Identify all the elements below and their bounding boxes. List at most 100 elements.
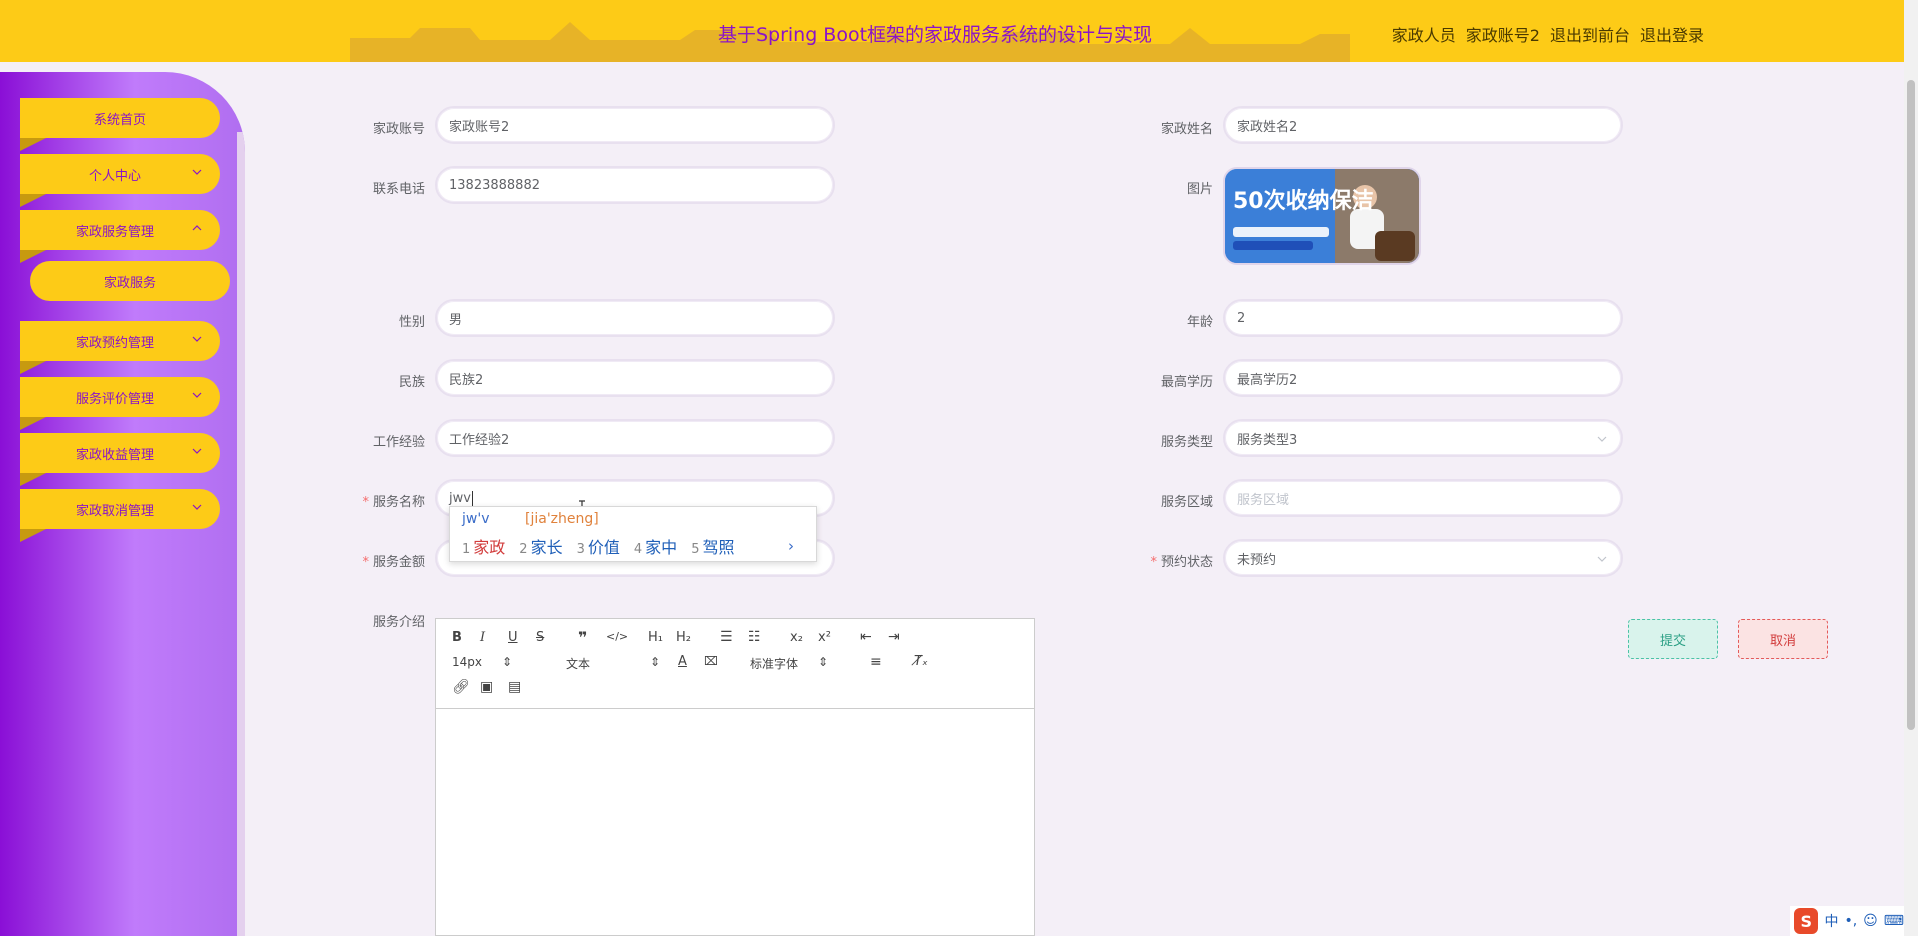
ime-candidate[interactable]: 1 家政: [462, 534, 505, 558]
label-phone: 联系电话: [372, 182, 425, 197]
ribbon-fold: [20, 529, 46, 542]
strikethrough-icon[interactable]: S: [536, 630, 544, 645]
candidate-number: 4: [633, 542, 643, 557]
font-color-icon[interactable]: A: [678, 654, 687, 669]
ordered-list-icon[interactable]: ☰: [720, 629, 733, 645]
link-icon[interactable]: 🔗︎: [452, 679, 470, 695]
updown-arrows-icon: ⇕: [650, 655, 661, 669]
experience-value: 工作经验2: [449, 432, 510, 448]
service-image[interactable]: 50次收纳保洁: [1223, 167, 1421, 265]
sidebar-item-income-management[interactable]: 家政收益管理: [20, 433, 220, 486]
required-mark: *: [1150, 555, 1157, 570]
ime-candidate[interactable]: 4 家中: [634, 534, 677, 558]
background-color-icon[interactable]: ⌧: [704, 654, 718, 668]
ribbon-fold: [20, 138, 46, 151]
label-name: 家政姓名: [1160, 122, 1213, 137]
bullet-list-icon[interactable]: ☷: [748, 629, 761, 645]
text-type-select[interactable]: 文本 ⇕: [566, 655, 660, 672]
ime-candidate[interactable]: 5 驾照: [691, 534, 734, 558]
account-input[interactable]: 家政账号2: [435, 106, 835, 144]
ribbon-fold: [20, 194, 46, 207]
service-area-input[interactable]: 服务区域: [1223, 479, 1623, 517]
label-booking-status: * 预约状态: [1103, 551, 1213, 570]
font-size-select[interactable]: 14px ⇕: [452, 655, 512, 669]
label-service-area: 服务区域: [1160, 495, 1213, 510]
chevron-down-icon: [192, 336, 202, 342]
submit-button[interactable]: 提交: [1628, 619, 1718, 659]
subscript-icon[interactable]: x₂: [790, 630, 803, 645]
label-text: 服务名称: [372, 495, 425, 510]
bold-icon[interactable]: B: [452, 630, 462, 645]
candidate-text: 家长: [530, 538, 563, 557]
sidebar-item-cancel-management[interactable]: 家政取消管理: [20, 489, 220, 542]
video-icon[interactable]: ▤: [508, 679, 521, 695]
editor-content-area[interactable]: [436, 709, 1034, 936]
experience-input[interactable]: 工作经验2: [435, 419, 835, 457]
code-block-icon[interactable]: </>: [606, 630, 628, 643]
sidebar: 系统首页 个人中心 家政服务管理 家政服务 家政预约管理 服务评价管理 家政收益…: [0, 72, 245, 936]
phone-input[interactable]: 13823888882: [435, 166, 835, 204]
cancel-button[interactable]: 取消: [1738, 619, 1828, 659]
heading1-icon[interactable]: H₁: [648, 630, 663, 645]
font-family-select[interactable]: 标准字体 ⇕: [750, 655, 828, 672]
chevron-down-icon: [192, 504, 202, 510]
font-family-value: 标准字体: [750, 657, 799, 671]
label-gender: 性别: [398, 315, 425, 330]
text-type-value: 文本: [566, 657, 591, 671]
punctuation-icon[interactable]: •,: [1844, 913, 1857, 929]
clear-format-icon[interactable]: T̸ₓ: [914, 654, 928, 669]
age-value: 2: [1237, 310, 1246, 326]
updown-arrows-icon: ⇕: [818, 655, 829, 669]
ime-candidate[interactable]: 3 价值: [577, 534, 620, 558]
label-service-fee: * 服务金额: [315, 551, 425, 570]
sidebar-item-home[interactable]: 系统首页: [20, 98, 220, 151]
text-cursor: [471, 490, 473, 506]
user-name: 家政账号2: [1465, 26, 1540, 45]
label-age: 年龄: [1186, 315, 1213, 330]
name-value: 家政姓名2: [1237, 119, 1298, 135]
name-input[interactable]: 家政姓名2: [1223, 106, 1623, 144]
sogou-logo-icon[interactable]: S: [1794, 908, 1819, 934]
sidebar-item-label: 个人中心: [88, 168, 141, 184]
ime-candidate[interactable]: 2 家长: [519, 534, 562, 558]
age-input[interactable]: 2: [1223, 299, 1623, 337]
sidebar-item-booking-management[interactable]: 家政预约管理: [20, 321, 220, 374]
ime-mode[interactable]: 中: [1824, 911, 1838, 931]
ime-next-page-icon[interactable]: ›: [788, 537, 794, 555]
ribbon-fold: [20, 417, 46, 430]
service-name-value: jwv: [449, 490, 471, 506]
service-type-value: 服务类型3: [1237, 432, 1298, 448]
scrollbar-thumb[interactable]: [1907, 80, 1915, 730]
exit-to-front-link[interactable]: 退出到前台: [1550, 22, 1630, 46]
sidebar-item-personal-center[interactable]: 个人中心: [20, 154, 220, 207]
gender-input[interactable]: 男: [435, 299, 835, 337]
candidate-number: 5: [691, 542, 700, 557]
logout-link[interactable]: 退出登录: [1640, 22, 1704, 46]
outdent-icon[interactable]: ⇤: [860, 629, 872, 645]
sidebar-item-label: 家政服务: [103, 275, 156, 291]
emoji-icon[interactable]: ☺: [1863, 913, 1878, 929]
page-scrollbar[interactable]: [1904, 0, 1918, 936]
superscript-icon[interactable]: x²: [818, 630, 831, 645]
label-ethnicity: 民族: [398, 375, 425, 390]
sidebar-item-review-management[interactable]: 服务评价管理: [20, 377, 220, 430]
education-input[interactable]: 最高学历2: [1223, 359, 1623, 397]
image-icon[interactable]: ▣: [480, 679, 493, 695]
sidebar-item-label: 家政服务管理: [75, 224, 154, 240]
sidebar-subitem-service[interactable]: 家政服务: [30, 261, 230, 301]
candidate-number: 2: [519, 542, 528, 557]
align-icon[interactable]: ≡: [870, 654, 882, 670]
heading2-icon[interactable]: H₂: [676, 630, 691, 645]
indent-icon[interactable]: ⇥: [888, 629, 900, 645]
underline-icon[interactable]: U: [508, 630, 518, 645]
ethnicity-input[interactable]: 民族2: [435, 359, 835, 397]
sidebar-item-service-management[interactable]: 家政服务管理: [20, 210, 220, 263]
service-type-select[interactable]: 服务类型3: [1223, 419, 1623, 457]
italic-icon[interactable]: I: [480, 630, 485, 645]
keyboard-icon[interactable]: ⌨: [1884, 913, 1904, 929]
sidebar-item-label: 服务评价管理: [75, 391, 154, 407]
blockquote-icon[interactable]: ❞: [578, 628, 587, 647]
candidate-number: 3: [576, 542, 585, 557]
top-header: 基于Spring Boot框架的家政服务系统的设计与实现 家政人员 家政账号2 …: [0, 0, 1904, 62]
booking-status-select[interactable]: 未预约: [1223, 539, 1623, 577]
